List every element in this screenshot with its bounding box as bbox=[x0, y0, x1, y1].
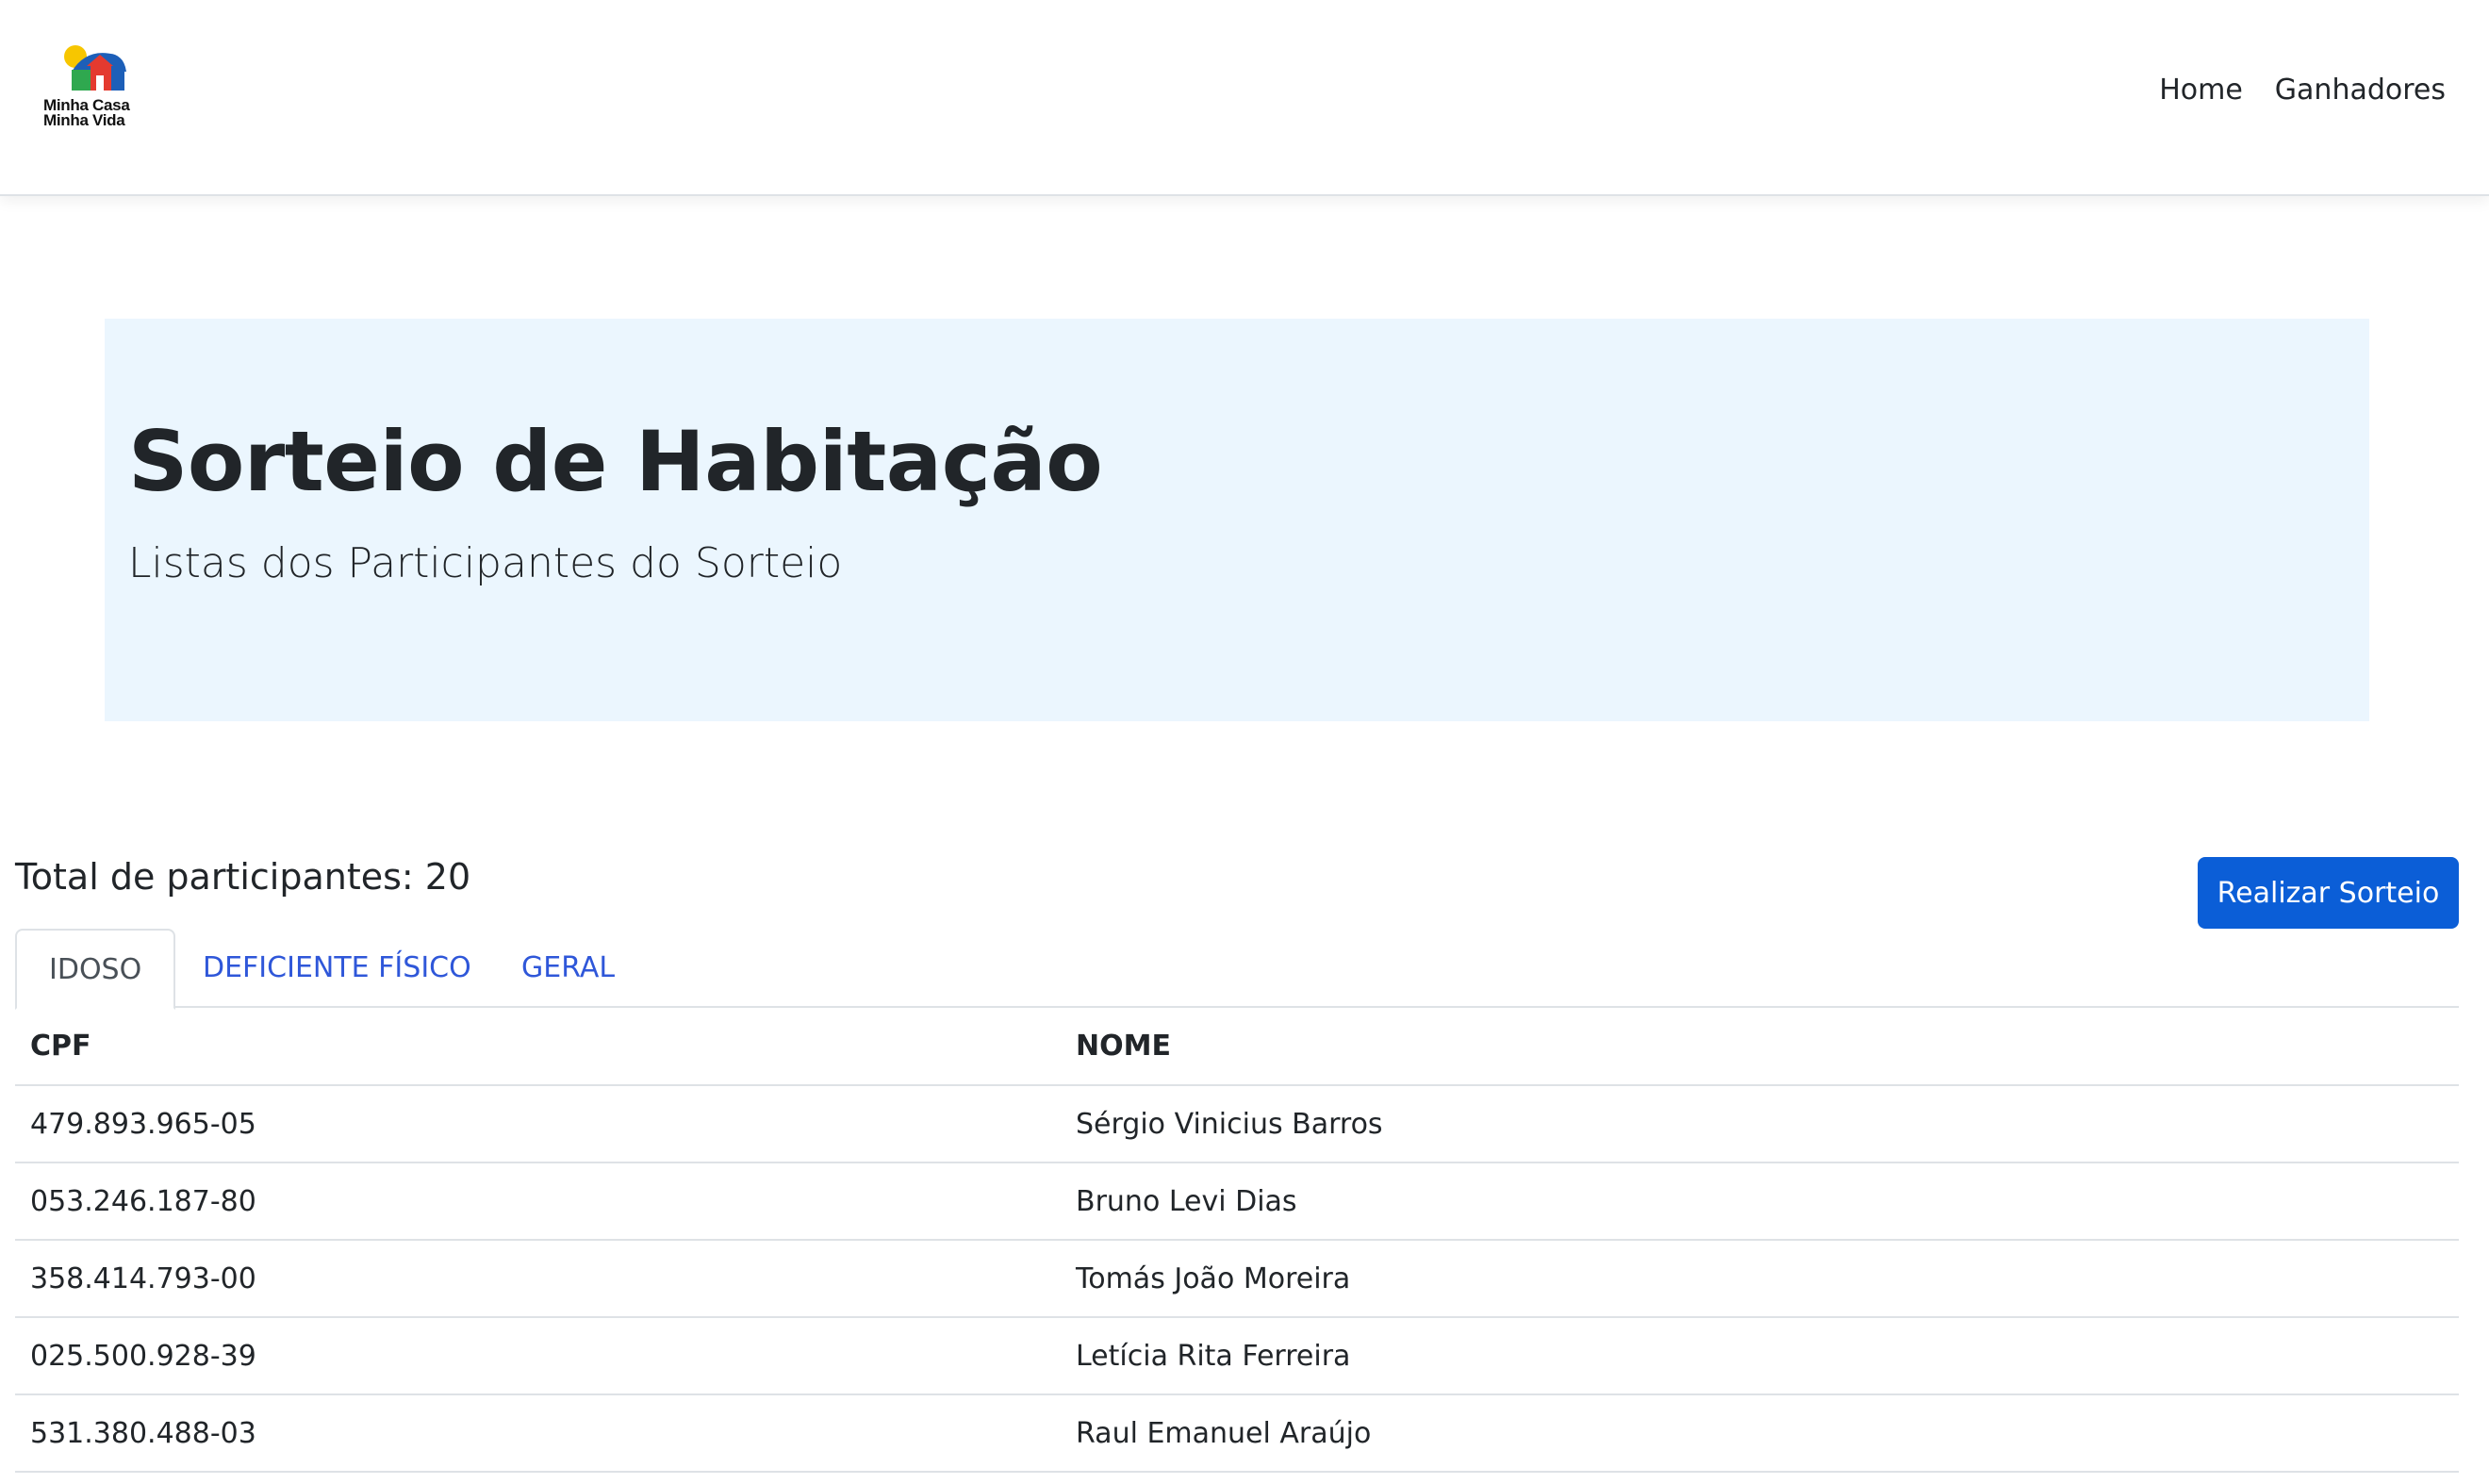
cpf-cell: 053.246.187-80 bbox=[15, 1162, 1061, 1241]
cpf-cell: 358.414.793-00 bbox=[15, 1240, 1061, 1318]
table-row: 358.414.793-00 Tomás João Moreira bbox=[15, 1240, 2459, 1318]
page-title: Sorteio de Habitação bbox=[128, 413, 1103, 510]
table-row: 479.893.965-05 Sérgio Vinicius Barros bbox=[15, 1085, 2459, 1163]
navbar: Minha Casa Minha Vida Home Ganhadores bbox=[0, 0, 2489, 196]
table-row: 531.380.488-03 Raul Emanuel Araújo bbox=[15, 1394, 2459, 1473]
column-header-cpf: CPF bbox=[15, 1008, 1061, 1086]
name-cell: Raul Emanuel Araújo bbox=[1061, 1394, 2459, 1473]
table-row: 053.246.187-80 Bruno Levi Dias bbox=[15, 1162, 2459, 1241]
participants-total: Total de participantes: 20 bbox=[15, 856, 471, 898]
name-cell: Letícia Rita Ferreira bbox=[1061, 1317, 2459, 1395]
tab-deficiente-fisico[interactable]: DEFICIENTE FÍSICO bbox=[171, 929, 503, 1008]
participants-table: CPF NOME 479.893.965-05 Sérgio Vinicius … bbox=[15, 1008, 2459, 1473]
nav-link-home[interactable]: Home bbox=[2159, 74, 2243, 107]
cpf-cell: 479.893.965-05 bbox=[15, 1085, 1061, 1163]
name-cell: Sérgio Vinicius Barros bbox=[1061, 1085, 2459, 1163]
cpf-cell: 531.380.488-03 bbox=[15, 1394, 1061, 1473]
brand-name: Minha Casa Minha Vida bbox=[43, 97, 157, 129]
realizar-sorteio-button[interactable]: Realizar Sorteio bbox=[2198, 857, 2459, 929]
column-header-nome: NOME bbox=[1061, 1008, 2459, 1086]
tab-idoso[interactable]: IDOSO bbox=[15, 929, 176, 1010]
hero-banner: Sorteio de Habitação Listas dos Particip… bbox=[105, 319, 2369, 721]
category-tabs: IDOSO DEFICIENTE FÍSICO GERAL bbox=[15, 929, 2459, 1010]
name-cell: Bruno Levi Dias bbox=[1061, 1162, 2459, 1241]
cpf-cell: 025.500.928-39 bbox=[15, 1317, 1061, 1395]
brand-logo[interactable]: Minha Casa Minha Vida bbox=[41, 43, 155, 138]
tab-geral[interactable]: GERAL bbox=[489, 929, 647, 1008]
brand-line-2: Minha Vida bbox=[43, 111, 125, 129]
name-cell: Tomás João Moreira bbox=[1061, 1240, 2459, 1318]
table-row: 025.500.928-39 Letícia Rita Ferreira bbox=[15, 1317, 2459, 1395]
nav-link-ganhadores[interactable]: Ganhadores bbox=[2275, 74, 2446, 107]
house-logo-icon bbox=[64, 45, 126, 91]
table-header-row: CPF NOME bbox=[15, 1008, 2459, 1086]
page-subtitle: Listas dos Participantes do Sorteio bbox=[128, 539, 843, 587]
nav-links: Home Ganhadores bbox=[2159, 74, 2446, 107]
